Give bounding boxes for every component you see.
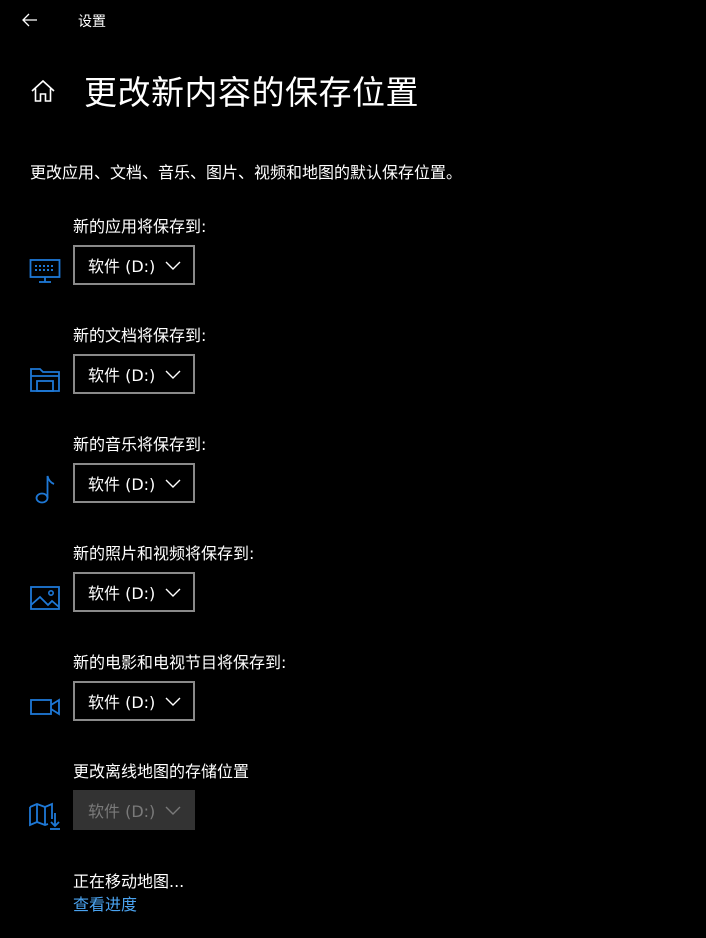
photos-videos-location-dropdown[interactable]: 软件 (D:) bbox=[73, 572, 195, 612]
moving-maps-status: 正在移动地图... bbox=[73, 872, 185, 891]
section-label: 新的应用将保存到: bbox=[73, 217, 207, 236]
section-label: 更改离线地图的存储位置 bbox=[73, 762, 250, 781]
dropdown-value: 软件 (D:) bbox=[88, 366, 156, 385]
settings-page: 设置 更改新内容的保存位置 更改应用、文档、音乐、图片、视频和地图的默认保存位置… bbox=[0, 0, 706, 938]
section-label: 新的音乐将保存到: bbox=[73, 435, 207, 454]
back-button[interactable] bbox=[14, 4, 46, 36]
map-download-icon bbox=[28, 801, 62, 831]
chevron-down-icon bbox=[165, 370, 181, 379]
section-photos-videos: 新的照片和视频将保存到: 软件 (D:) bbox=[0, 540, 706, 620]
section-label: 新的照片和视频将保存到: bbox=[73, 544, 255, 563]
section-label: 新的文档将保存到: bbox=[73, 326, 207, 345]
monitor-icon bbox=[28, 256, 62, 286]
section-movies-tv: 新的电影和电视节目将保存到: 软件 (D:) bbox=[0, 649, 706, 729]
chevron-down-icon bbox=[165, 806, 181, 815]
chevron-down-icon bbox=[165, 479, 181, 488]
folder-icon bbox=[28, 365, 62, 395]
section-offline-maps: 更改离线地图的存储位置 软件 (D:) bbox=[0, 758, 706, 838]
dropdown-value: 软件 (D:) bbox=[88, 257, 156, 276]
section-music: 新的音乐将保存到: 软件 (D:) bbox=[0, 431, 706, 511]
section-label: 新的电影和电视节目将保存到: bbox=[73, 653, 287, 672]
dropdown-value: 软件 (D:) bbox=[88, 802, 156, 821]
section-apps: 新的应用将保存到: 软件 (D:) bbox=[0, 213, 706, 293]
home-icon[interactable] bbox=[30, 78, 56, 104]
music-note-icon bbox=[28, 474, 62, 504]
page-description: 更改应用、文档、音乐、图片、视频和地图的默认保存位置。 bbox=[30, 163, 463, 182]
section-documents: 新的文档将保存到: 软件 (D:) bbox=[0, 322, 706, 402]
video-camera-icon bbox=[28, 692, 62, 722]
chevron-down-icon bbox=[165, 697, 181, 706]
dropdown-value: 软件 (D:) bbox=[88, 475, 156, 494]
picture-icon bbox=[28, 583, 62, 613]
app-title: 设置 bbox=[78, 14, 106, 30]
dropdown-value: 软件 (D:) bbox=[88, 584, 156, 603]
chevron-down-icon bbox=[165, 588, 181, 597]
chevron-down-icon bbox=[165, 261, 181, 270]
movies-tv-location-dropdown[interactable]: 软件 (D:) bbox=[73, 681, 195, 721]
apps-location-dropdown[interactable]: 软件 (D:) bbox=[73, 245, 195, 285]
dropdown-value: 软件 (D:) bbox=[88, 693, 156, 712]
offline-maps-location-dropdown: 软件 (D:) bbox=[73, 790, 195, 830]
back-arrow-icon bbox=[22, 13, 37, 27]
music-location-dropdown[interactable]: 软件 (D:) bbox=[73, 463, 195, 503]
view-progress-link[interactable]: 查看进度 bbox=[73, 891, 137, 915]
documents-location-dropdown[interactable]: 软件 (D:) bbox=[73, 354, 195, 394]
page-title: 更改新内容的保存位置 bbox=[84, 73, 419, 112]
